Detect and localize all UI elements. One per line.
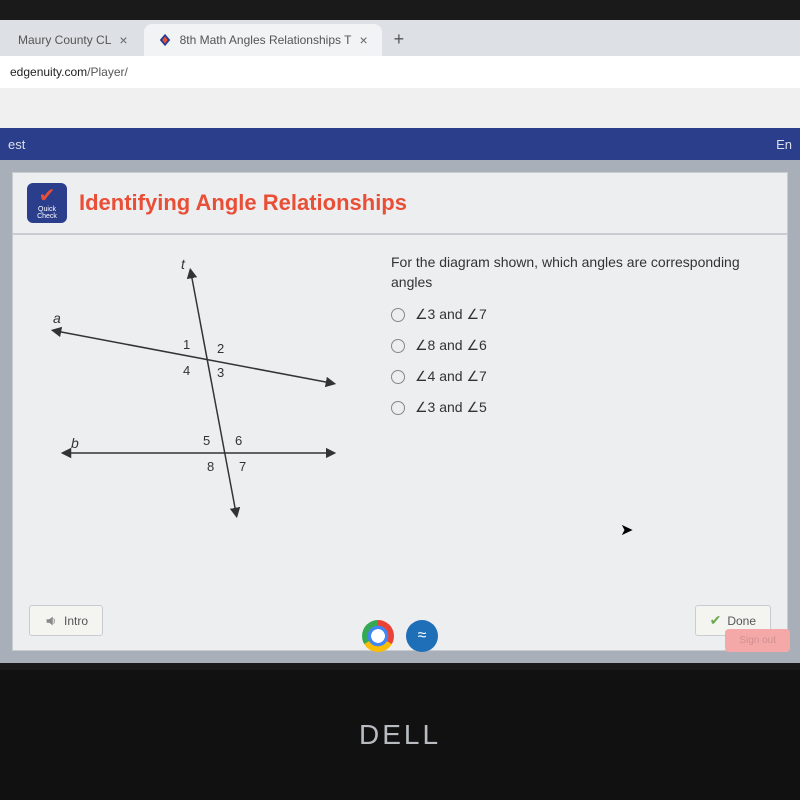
address-bar[interactable]: edgenuity.com/Player/ [0, 56, 800, 88]
label-3: 3 [217, 365, 224, 380]
question-text: For the diagram shown, which angles are … [391, 253, 769, 292]
tab-maury[interactable]: Maury County CL × [4, 24, 142, 56]
dell-logo: DELL [359, 719, 441, 751]
angle-diagram: t a b 1 2 3 4 5 6 7 8 [31, 253, 351, 533]
label-b: b [71, 435, 79, 451]
edgenuity-icon [158, 33, 172, 47]
diagram-area: t a b 1 2 3 4 5 6 7 8 [31, 253, 371, 585]
browser-tab-bar: Maury County CL × 8th Math Angles Relati… [0, 20, 800, 56]
option-label: ∠4 and ∠7 [415, 368, 487, 385]
signout-button[interactable]: Sign out [725, 629, 790, 652]
url-path: /Player/ [87, 65, 128, 79]
label-7: 7 [239, 459, 246, 474]
signout-label: Sign out [739, 635, 776, 646]
label-5: 5 [203, 433, 210, 448]
radio-icon[interactable] [391, 308, 405, 322]
label-4: 4 [183, 363, 190, 378]
toolbar-spacer [0, 88, 800, 128]
label-8: 8 [207, 459, 214, 474]
option-1[interactable]: ∠3 and ∠7 [391, 306, 769, 323]
laptop-bezel: DELL [0, 670, 800, 800]
cursor-icon: ➤ [620, 520, 633, 540]
close-icon[interactable]: × [119, 32, 127, 48]
option-2[interactable]: ∠8 and ∠6 [391, 337, 769, 354]
checkmark-icon: ✔ [39, 186, 56, 206]
lesson-card: ✔ Quick Check Identifying Angle Relation… [12, 172, 788, 651]
badge-line2: Check [37, 213, 57, 220]
label-a: a [53, 310, 61, 326]
chrome-icon[interactable] [362, 620, 394, 652]
app-header-bar: est En [0, 128, 800, 160]
question-area: For the diagram shown, which angles are … [371, 253, 769, 585]
label-1: 1 [183, 337, 190, 352]
quick-check-badge: ✔ Quick Check [27, 183, 67, 223]
new-tab-button[interactable]: + [384, 23, 415, 56]
option-4[interactable]: ∠3 and ∠5 [391, 399, 769, 416]
radio-icon[interactable] [391, 401, 405, 415]
content-wrapper: ✔ Quick Check Identifying Angle Relation… [0, 160, 800, 663]
close-icon[interactable]: × [359, 32, 367, 48]
page-title: Identifying Angle Relationships [79, 190, 407, 216]
option-label: ∠3 and ∠5 [415, 399, 487, 416]
lesson-header: ✔ Quick Check Identifying Angle Relation… [13, 173, 787, 235]
header-right-text: En [776, 137, 792, 152]
radio-icon[interactable] [391, 370, 405, 384]
badge-line1: Quick [38, 206, 56, 213]
tab-math[interactable]: 8th Math Angles Relationships T × [144, 24, 382, 56]
option-label: ∠3 and ∠7 [415, 306, 487, 323]
app-icon[interactable]: ≈ [406, 620, 438, 652]
url-domain: edgenuity.com [10, 65, 87, 79]
os-shelf: ≈ [0, 612, 800, 660]
label-t: t [181, 256, 186, 272]
option-3[interactable]: ∠4 and ∠7 [391, 368, 769, 385]
radio-icon[interactable] [391, 339, 405, 353]
option-label: ∠8 and ∠6 [415, 337, 487, 354]
tab-label: Maury County CL [18, 33, 111, 47]
header-left-text: est [8, 137, 25, 152]
main-content: t a b 1 2 3 4 5 6 7 8 [13, 235, 787, 595]
label-2: 2 [217, 341, 224, 356]
tab-label: 8th Math Angles Relationships T [180, 33, 352, 47]
label-6: 6 [235, 433, 242, 448]
